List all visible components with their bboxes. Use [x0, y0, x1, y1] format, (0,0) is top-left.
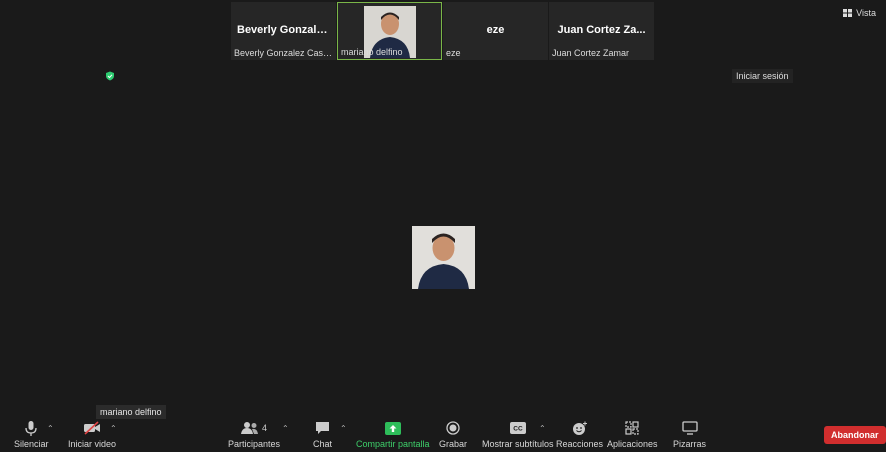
start-video-label: Iniciar video [68, 439, 117, 449]
record-button[interactable]: Grabar [439, 418, 467, 449]
captions-label: Mostrar subtítulos [482, 439, 554, 449]
chat-icon [316, 422, 329, 434]
captions-button[interactable]: CC Mostrar subtítulos [482, 418, 554, 449]
view-button[interactable]: Vista [843, 8, 876, 18]
mute-label: Silenciar [14, 439, 49, 449]
active-speaker-photo [412, 226, 475, 289]
participants-label: Participantes [228, 439, 281, 449]
apps-button[interactable]: Aplicaciones [607, 418, 658, 449]
participants-icon [241, 422, 258, 434]
leave-meeting-button[interactable]: Abandonar [824, 426, 886, 444]
participants-count: 4 [262, 423, 268, 433]
audio-options-chevron-up-icon[interactable]: ⌃ [47, 424, 54, 433]
security-shield-icon[interactable] [105, 71, 115, 81]
participant-tile[interactable]: Juan Cortez Za... Juan Cortez Zamar [549, 2, 654, 60]
apps-label: Aplicaciones [607, 439, 658, 449]
participants-options-chevron-up-icon[interactable]: ⌃ [282, 424, 289, 433]
share-screen-icon [384, 421, 401, 435]
view-label: Vista [856, 8, 876, 18]
participant-display-name: eze [486, 24, 505, 36]
whiteboards-button[interactable]: Pizarras [673, 418, 706, 449]
video-options-chevron-up-icon[interactable]: ⌃ [110, 424, 117, 433]
emoji-reaction-icon [572, 421, 587, 435]
record-icon [446, 421, 460, 435]
participant-name-label: Juan Cortez Zamar [552, 48, 630, 58]
start-video-button[interactable]: Iniciar video [68, 418, 116, 449]
share-screen-button[interactable]: Compartir pantalla [356, 418, 430, 449]
participant-display-name: Juan Cortez Za... [557, 24, 646, 36]
mute-button[interactable]: Silenciar [14, 418, 49, 449]
microphone-icon [25, 420, 37, 436]
apps-icon [625, 421, 639, 435]
sign-in-button[interactable]: Iniciar sesión [732, 69, 793, 83]
participant-name-label: eze [446, 48, 461, 58]
chat-button[interactable]: Chat [313, 418, 332, 449]
self-name-tooltip: mariano delfino [96, 405, 166, 419]
chat-label: Chat [313, 439, 333, 449]
grid-view-icon [843, 9, 853, 17]
chat-options-chevron-up-icon[interactable]: ⌃ [340, 424, 347, 433]
captions-options-chevron-up-icon[interactable]: ⌃ [539, 424, 546, 433]
svg-text:CC: CC [513, 426, 523, 433]
participant-name-label: Beverly Gonzalez Casan... [234, 48, 334, 58]
participant-display-name: Beverly Gonzale... [237, 24, 332, 36]
whiteboard-icon [681, 421, 698, 435]
video-off-icon [84, 421, 101, 435]
participant-name-label: mariano delfino [341, 47, 403, 57]
participant-tile[interactable]: Beverly Gonzale... Beverly Gonzalez Casa… [231, 2, 336, 60]
meeting-toolbar: Silenciar ⌃ Iniciar video ⌃ 4 Participan… [0, 418, 886, 452]
whiteboards-label: Pizarras [673, 439, 707, 449]
closed-captions-icon: CC [509, 422, 526, 434]
record-label: Grabar [439, 439, 468, 449]
reactions-label: Reacciones [556, 439, 604, 449]
share-screen-label: Compartir pantalla [356, 439, 430, 449]
reactions-button[interactable]: Reacciones [556, 418, 603, 449]
participants-button[interactable]: 4 Participantes [228, 418, 280, 449]
participant-tile-active[interactable]: mariano delfino [337, 2, 442, 60]
participant-strip: Beverly Gonzale... Beverly Gonzalez Casa… [231, 2, 655, 62]
participant-tile[interactable]: eze eze [443, 2, 548, 60]
